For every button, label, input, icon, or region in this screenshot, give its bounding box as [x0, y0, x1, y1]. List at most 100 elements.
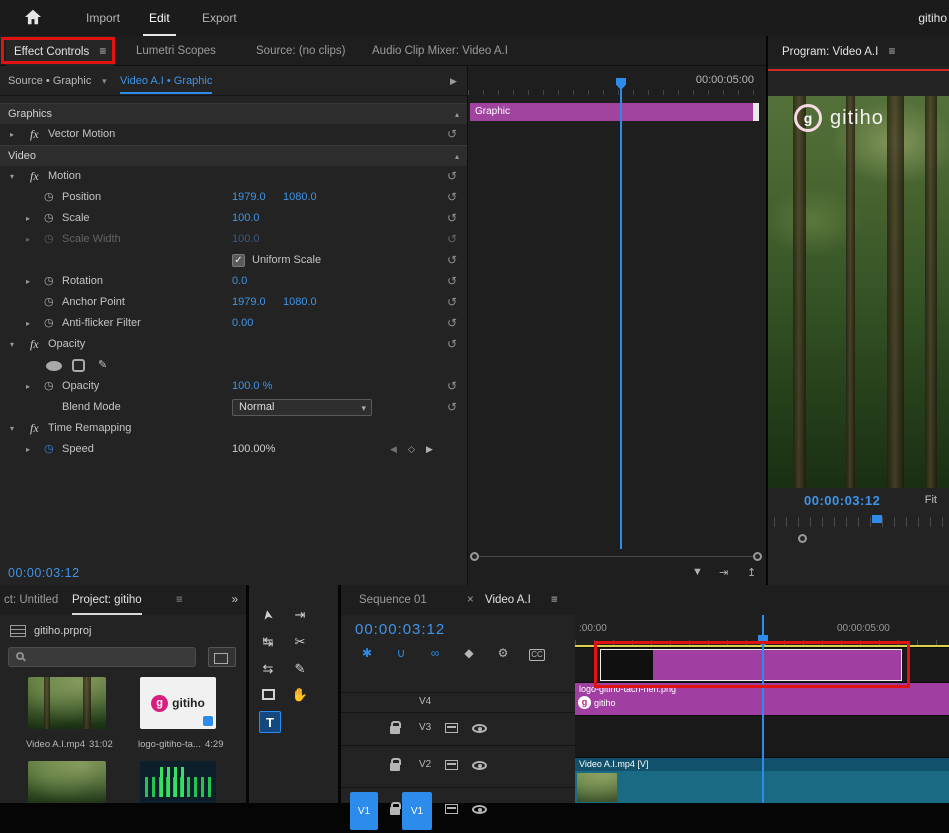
- track-label[interactable]: V3: [419, 722, 431, 733]
- track-label[interactable]: V4: [419, 696, 431, 707]
- lock-icon[interactable]: [390, 807, 400, 815]
- project-item-audio-thumbnail[interactable]: [140, 761, 216, 803]
- scale-value[interactable]: 100.0: [232, 208, 260, 229]
- captions-icon[interactable]: CC: [526, 644, 548, 662]
- effect-motion[interactable]: ▾ fx Motion ↺: [0, 166, 467, 187]
- previous-keyframe-icon[interactable]: ◀: [390, 439, 397, 460]
- program-playhead-handle[interactable]: [872, 515, 882, 523]
- reset-icon[interactable]: ↺: [447, 313, 457, 334]
- panel-menu-icon[interactable]: ≡: [551, 585, 558, 615]
- project-item-thumbnail[interactable]: [28, 761, 106, 803]
- tab-project-gitiho[interactable]: Project: gitiho: [72, 585, 142, 615]
- twirl-icon[interactable]: ▸: [26, 271, 30, 292]
- stopwatch-icon[interactable]: ◷: [44, 292, 54, 313]
- clip-breadcrumb[interactable]: Video A.I • Graphic: [120, 66, 212, 94]
- ellipse-mask-icon[interactable]: [46, 361, 62, 371]
- linked-selection-icon[interactable]: ∞: [424, 644, 446, 662]
- track-target-v1[interactable]: V1: [402, 792, 432, 830]
- panel-menu-icon[interactable]: ≡: [99, 44, 106, 58]
- timeline-timecode[interactable]: 00:00:03:12: [355, 621, 445, 638]
- toggle-track-output-eye-icon[interactable]: [472, 724, 487, 733]
- playhead-handle[interactable]: [616, 78, 626, 90]
- twirl-icon[interactable]: ▾: [10, 418, 14, 439]
- reset-icon[interactable]: ↺: [447, 250, 457, 271]
- snap-icon[interactable]: ∪: [390, 644, 412, 662]
- source-patch-v1[interactable]: V1: [350, 792, 378, 830]
- lock-icon[interactable]: [390, 726, 400, 734]
- collapse-icon[interactable]: ▴: [455, 146, 459, 167]
- reset-icon[interactable]: ↺: [447, 271, 457, 292]
- twirl-icon[interactable]: ▾: [10, 166, 14, 187]
- twirl-icon[interactable]: ▸: [26, 313, 30, 334]
- twirl-icon[interactable]: ▾: [10, 334, 14, 355]
- zoom-handle-left[interactable]: [470, 552, 479, 561]
- playhead-line[interactable]: [620, 81, 622, 549]
- chevron-down-icon[interactable]: ▾: [102, 66, 107, 96]
- filter-icon[interactable]: ▼: [692, 566, 703, 578]
- close-tab-icon[interactable]: ×: [467, 585, 474, 615]
- tab-import[interactable]: Import: [80, 0, 126, 36]
- timeline-settings-wrench-icon[interactable]: ⚙: [492, 644, 514, 662]
- pen-mask-icon[interactable]: ✎: [98, 355, 107, 376]
- source-breadcrumb[interactable]: Source • Graphic: [8, 66, 91, 96]
- toggle-track-output-eye-icon[interactable]: [472, 761, 487, 770]
- reset-icon[interactable]: ↺: [447, 208, 457, 229]
- speed-value[interactable]: 100.00%: [232, 439, 275, 460]
- twirl-icon[interactable]: ▸: [10, 124, 14, 145]
- section-video[interactable]: Video ▴: [0, 145, 467, 166]
- zoom-handle-right[interactable]: [753, 552, 762, 561]
- tab-sequence-01[interactable]: Sequence 01: [359, 585, 427, 615]
- tab-program[interactable]: Program: Video A.I ≡: [782, 36, 896, 66]
- panel-menu-icon[interactable]: ≡: [889, 44, 896, 58]
- stopwatch-icon[interactable]: ◷: [44, 313, 54, 334]
- sync-lock-icon[interactable]: [445, 760, 458, 770]
- add-keyframe-icon[interactable]: ◇: [408, 439, 415, 460]
- reset-icon[interactable]: ↺: [447, 124, 457, 145]
- home-button[interactable]: [24, 9, 44, 27]
- reset-icon[interactable]: ↺: [447, 292, 457, 313]
- sync-lock-icon[interactable]: [445, 804, 458, 814]
- tab-export[interactable]: Export: [196, 0, 243, 36]
- zoom-scrollbar[interactable]: [478, 556, 756, 557]
- tab-project-untitled[interactable]: ct: Untitled: [4, 585, 58, 615]
- graphic-clip-bar[interactable]: Graphic: [470, 103, 759, 121]
- twirl-icon[interactable]: ▸: [26, 439, 30, 460]
- position-y-value[interactable]: 1080.0: [283, 187, 317, 208]
- uniform-scale-checkbox[interactable]: ✓: [232, 254, 245, 267]
- rotation-value[interactable]: 0.0: [232, 271, 247, 292]
- toggle-track-output-eye-icon[interactable]: [472, 805, 487, 814]
- twirl-icon[interactable]: ▸: [26, 208, 30, 229]
- stopwatch-icon[interactable]: ◷: [44, 439, 54, 460]
- tab-lumetri-scopes[interactable]: Lumetri Scopes: [136, 36, 216, 66]
- reset-icon[interactable]: ↺: [447, 397, 457, 418]
- position-x-value[interactable]: 1979.0: [232, 187, 266, 208]
- rectangle-tool-icon[interactable]: [262, 689, 275, 700]
- tab-video-ai[interactable]: Video A.I: [485, 585, 531, 615]
- tab-effect-controls[interactable]: Effect Controls ≡: [6, 36, 114, 66]
- rectangle-mask-icon[interactable]: [72, 359, 85, 372]
- anti-flicker-value[interactable]: 0.00: [232, 313, 253, 334]
- slip-tool-icon[interactable]: ⇆: [256, 659, 280, 679]
- type-tool-icon[interactable]: T: [259, 711, 281, 733]
- next-keyframe-icon[interactable]: ▶: [426, 439, 433, 460]
- anchor-y-value[interactable]: 1080.0: [283, 292, 317, 313]
- project-item-name[interactable]: logo-gitiho-ta...: [138, 739, 201, 750]
- v4-selected-clip[interactable]: [600, 649, 902, 681]
- tab-edit[interactable]: Edit: [143, 0, 176, 36]
- reset-icon[interactable]: ↺: [447, 187, 457, 208]
- track-label[interactable]: V2: [419, 759, 431, 770]
- clip-out-handle[interactable]: [753, 103, 759, 121]
- pen-tool-icon[interactable]: ✎: [288, 659, 312, 679]
- razor-tool-icon[interactable]: ✂: [288, 632, 312, 652]
- project-item-name[interactable]: Video A.I.mp4: [26, 739, 85, 750]
- track-select-tool-icon[interactable]: ⇥: [288, 605, 312, 625]
- program-mini-ruler[interactable]: [774, 517, 943, 527]
- program-zoom-handle[interactable]: [798, 534, 807, 543]
- panel-overflow-icon[interactable]: ▶: [450, 76, 457, 87]
- reset-icon[interactable]: ↺: [447, 166, 457, 187]
- fit-dropdown[interactable]: Fit: [925, 494, 937, 506]
- lift-icon[interactable]: ⇥: [719, 566, 728, 579]
- effect-opacity[interactable]: ▾ fx Opacity ↺: [0, 334, 467, 355]
- effect-time-remapping[interactable]: ▾ fx Time Remapping: [0, 418, 467, 439]
- stopwatch-icon[interactable]: ◷: [44, 208, 54, 229]
